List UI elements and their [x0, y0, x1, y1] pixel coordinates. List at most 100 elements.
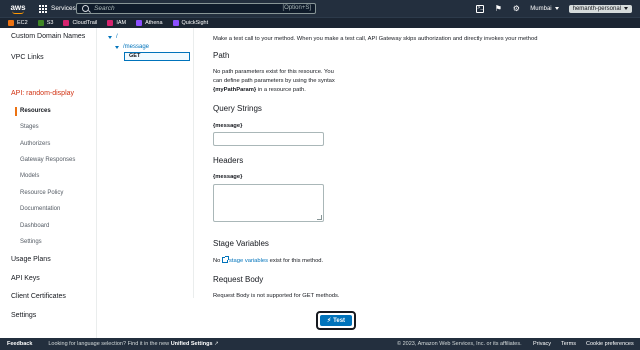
favorite-quicksight[interactable]: QuickSight — [172, 20, 209, 26]
sidebar-api-title[interactable]: API: random-display — [11, 90, 74, 97]
sidebar-item-stages[interactable]: Stages — [20, 124, 39, 130]
aws-logo[interactable]: aws — [5, 0, 31, 17]
external-link-icon: ↗ — [214, 341, 219, 347]
request-body-text: Request Body is not supported for GET me… — [213, 293, 340, 299]
sidebar-item-api-keys[interactable]: API Keys — [11, 275, 40, 282]
language-notice-text: Looking for language selection? Find it … — [48, 341, 171, 347]
tree-root-label: / — [116, 34, 118, 40]
athena-icon — [136, 20, 143, 26]
tree-root-node[interactable]: / — [108, 34, 118, 40]
sidebar-item-resources[interactable]: Resources — [20, 108, 51, 114]
resize-handle-icon[interactable] — [317, 215, 322, 220]
headers-textarea[interactable] — [213, 184, 324, 222]
stage-variables-heading: Stage Variables — [213, 239, 269, 248]
feedback-link[interactable]: Feedback — [7, 341, 32, 347]
query-strings-heading: Query Strings — [213, 104, 262, 113]
language-notice: Looking for language selection? Find it … — [48, 341, 218, 347]
resource-tree: / /message GET — [97, 28, 194, 298]
favorite-athena[interactable]: Athena — [136, 20, 163, 26]
sidebar-item-authorizers[interactable]: Authorizers — [20, 141, 50, 147]
terms-link[interactable]: Terms — [561, 341, 576, 347]
favorite-label: EC2 — [17, 20, 28, 26]
favorite-cloudtrail[interactable]: CloudTrail — [63, 20, 97, 26]
services-label: Services — [51, 5, 76, 12]
ec2-icon — [8, 20, 14, 26]
grid-icon — [39, 4, 47, 13]
bell-icon[interactable]: ⚑ — [494, 4, 502, 13]
iam-icon — [107, 20, 114, 26]
cookie-preferences-link[interactable]: Cookie preferences — [586, 341, 634, 347]
left-sidebar: Custom Domain Names VPC Links API: rando… — [0, 28, 97, 338]
favorite-label: S3 — [46, 20, 54, 26]
test-button[interactable]: ⚡︎ Test — [320, 315, 352, 326]
aws-logo-text: aws — [10, 2, 26, 12]
favorite-s3[interactable]: S3 — [37, 20, 54, 26]
caret-down-icon — [108, 35, 112, 39]
sidebar-item-models[interactable]: Models — [20, 173, 39, 179]
aws-smile-icon — [12, 11, 24, 14]
quicksight-icon — [172, 20, 179, 26]
search-shortcut: [Option+S] — [282, 5, 311, 11]
privacy-link[interactable]: Privacy — [533, 341, 551, 347]
top-navigation: aws Services [Option+S] >_ ⚑ ⚙ Mumbai he… — [0, 0, 640, 17]
sidebar-item-vpc-links[interactable]: VPC Links — [11, 54, 44, 61]
account-menu[interactable]: hemanth-personal — [568, 4, 632, 13]
active-indicator — [15, 107, 17, 116]
cloudtrail-icon — [63, 20, 70, 26]
favorites-bar: EC2 S3 CloudTrail IAM Athena QuickSight — [0, 17, 640, 28]
path-text-rest: in a resource path. — [256, 87, 306, 93]
tree-resource-node[interactable]: /message — [115, 44, 149, 50]
s3-icon — [37, 20, 44, 26]
favorite-label: IAM — [116, 20, 127, 26]
path-param-syntax: {myPathParam} — [213, 87, 257, 93]
search-icon — [82, 5, 89, 12]
sidebar-item-custom-domain-names[interactable]: Custom Domain Names — [11, 33, 85, 40]
path-text-line2: can define path parameters by using the … — [213, 78, 335, 84]
sidebar-item-usage-plans[interactable]: Usage Plans — [11, 256, 51, 263]
stage-variables-link[interactable]: stage variables — [222, 256, 269, 264]
sidebar-item-gateway-responses[interactable]: Gateway Responses — [20, 157, 75, 163]
sidebar-item-resource-policy[interactable]: Resource Policy — [20, 190, 63, 196]
caret-down-icon — [115, 45, 119, 49]
intro-text: Make a test call to your method. When yo… — [213, 36, 538, 42]
query-param-input[interactable] — [213, 132, 324, 146]
sidebar-item-dashboard[interactable]: Dashboard — [20, 223, 49, 229]
favorite-label: CloudTrail — [72, 20, 98, 26]
unified-settings-link[interactable]: Unified Settings — [171, 341, 213, 347]
path-heading: Path — [213, 51, 230, 60]
search-bar[interactable]: [Option+S] — [76, 3, 316, 14]
sidebar-item-client-certificates[interactable]: Client Certificates — [11, 293, 66, 300]
cloudshell-icon[interactable]: >_ — [476, 4, 485, 13]
sidebar-item-api-settings[interactable]: Settings — [20, 239, 42, 245]
gear-icon[interactable]: ⚙ — [512, 4, 520, 13]
sidebar-item-documentation[interactable]: Documentation — [20, 206, 60, 212]
tree-resource-label: /message — [123, 44, 150, 50]
favorite-label: Athena — [145, 20, 163, 26]
chevron-down-icon — [624, 7, 628, 10]
headers-heading: Headers — [213, 156, 244, 165]
header-param-label: {message} — [213, 174, 243, 180]
external-link-icon — [222, 256, 230, 263]
query-param-label: {message} — [213, 123, 243, 129]
account-label: hemanth-personal — [572, 5, 621, 12]
region-selector[interactable]: Mumbai — [530, 5, 559, 12]
stage-variables-text: No stage variables exist for this method… — [213, 256, 323, 266]
favorite-iam[interactable]: IAM — [107, 20, 126, 26]
nav-right: >_ ⚑ ⚙ Mumbai hemanth-personal — [476, 0, 632, 17]
footer: Feedback Looking for language selection?… — [0, 338, 640, 350]
favorite-ec2[interactable]: EC2 — [8, 20, 28, 26]
test-button-focus-ring: ⚡︎ Test — [316, 311, 356, 330]
favorite-label: QuickSight — [181, 20, 209, 26]
chevron-down-icon — [554, 7, 559, 10]
sidebar-item-settings[interactable]: Settings — [11, 312, 36, 319]
services-menu-button[interactable]: Services — [39, 4, 76, 13]
lightning-icon: ⚡︎ — [326, 318, 332, 324]
region-label: Mumbai — [530, 5, 552, 12]
copyright-text: © 2023, Amazon Web Services, Inc. or its… — [397, 341, 522, 347]
search-input[interactable] — [94, 5, 254, 12]
stage-text-pre: No — [213, 258, 223, 264]
request-body-heading: Request Body — [213, 275, 264, 284]
tree-method-get[interactable]: GET — [124, 52, 190, 61]
stage-link-label: stage variables — [229, 258, 269, 264]
path-text-line3: {myPathParam} in a resource path. — [213, 86, 306, 95]
